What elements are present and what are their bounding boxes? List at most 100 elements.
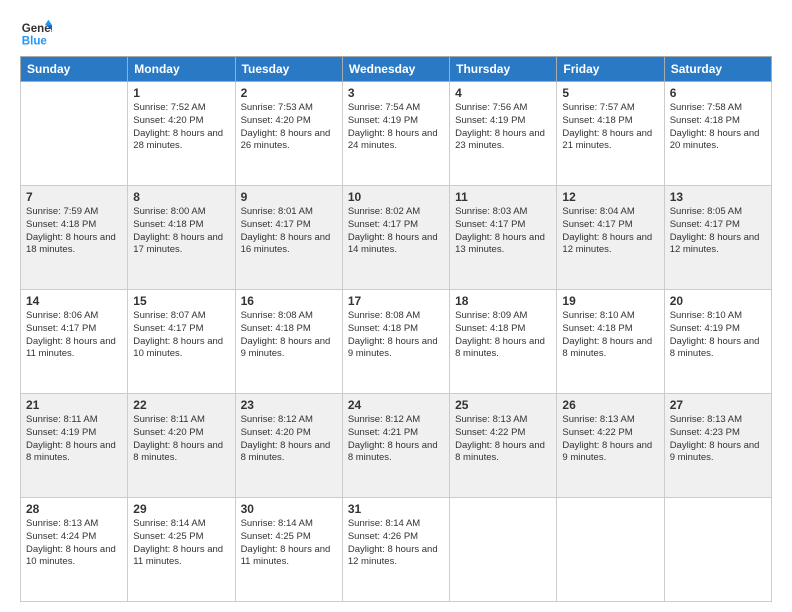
day-info: Sunrise: 8:14 AMSunset: 4:25 PMDaylight:…	[241, 518, 337, 569]
weekday-header-wednesday: Wednesday	[342, 57, 449, 82]
day-number: 1	[133, 86, 229, 100]
calendar-cell: 15 Sunrise: 8:07 AMSunset: 4:17 PMDayligh…	[128, 290, 235, 394]
logo-icon: General Blue	[20, 18, 52, 50]
day-number: 10	[348, 190, 444, 204]
calendar-week-row: 14 Sunrise: 8:06 AMSunset: 4:17 PMDayligh…	[21, 290, 772, 394]
calendar-cell	[557, 498, 664, 602]
calendar-cell: 3 Sunrise: 7:54 AMSunset: 4:19 PMDaylight…	[342, 82, 449, 186]
calendar-cell: 7Sunrise: 7:59 AMSunset: 4:18 PMDaylight…	[21, 186, 128, 290]
calendar-week-row: 7Sunrise: 7:59 AMSunset: 4:18 PMDaylight…	[21, 186, 772, 290]
day-info: Sunrise: 8:00 AMSunset: 4:18 PMDaylight:…	[133, 206, 229, 257]
logo: General Blue	[20, 18, 52, 50]
calendar-cell: 19 Sunrise: 8:10 AMSunset: 4:18 PMDayligh…	[557, 290, 664, 394]
calendar-cell: 12Sunrise: 8:04 AMSunset: 4:17 PMDayligh…	[557, 186, 664, 290]
calendar-cell: 11Sunrise: 8:03 AMSunset: 4:17 PMDayligh…	[450, 186, 557, 290]
day-info: Sunrise: 8:05 AMSunset: 4:17 PMDaylight:…	[670, 206, 766, 257]
calendar-cell: 30 Sunrise: 8:14 AMSunset: 4:25 PMDayligh…	[235, 498, 342, 602]
calendar-cell: 10 Sunrise: 8:02 AMSunset: 4:17 PMDayligh…	[342, 186, 449, 290]
day-info: Sunrise: 7:58 AMSunset: 4:18 PMDaylight:…	[670, 102, 766, 153]
calendar-cell: 24Sunrise: 8:12 AMSunset: 4:21 PMDayligh…	[342, 394, 449, 498]
day-info: Sunrise: 8:07 AMSunset: 4:17 PMDaylight:…	[133, 310, 229, 361]
weekday-header-saturday: Saturday	[664, 57, 771, 82]
calendar-cell: 27 Sunrise: 8:13 AMSunset: 4:23 PMDayligh…	[664, 394, 771, 498]
day-number: 30	[241, 502, 337, 516]
day-number: 11	[455, 190, 551, 204]
calendar-cell: 21Sunrise: 8:11 AMSunset: 4:19 PMDayligh…	[21, 394, 128, 498]
day-number: 9	[241, 190, 337, 204]
calendar-cell: 16 Sunrise: 8:08 AMSunset: 4:18 PMDayligh…	[235, 290, 342, 394]
day-info: Sunrise: 8:12 AMSunset: 4:20 PMDaylight:…	[241, 414, 337, 465]
weekday-header-monday: Monday	[128, 57, 235, 82]
weekday-header-sunday: Sunday	[21, 57, 128, 82]
calendar-cell: 26 Sunrise: 8:13 AMSunset: 4:22 PMDayligh…	[557, 394, 664, 498]
day-number: 2	[241, 86, 337, 100]
day-number: 26	[562, 398, 658, 412]
day-number: 23	[241, 398, 337, 412]
calendar-cell: 8 Sunrise: 8:00 AMSunset: 4:18 PMDaylight…	[128, 186, 235, 290]
day-info: Sunrise: 8:11 AMSunset: 4:20 PMDaylight:…	[133, 414, 229, 465]
day-info: Sunrise: 8:13 AMSunset: 4:22 PMDaylight:…	[455, 414, 551, 465]
day-info: Sunrise: 7:57 AMSunset: 4:18 PMDaylight:…	[562, 102, 658, 153]
calendar-cell: 22 Sunrise: 8:11 AMSunset: 4:20 PMDayligh…	[128, 394, 235, 498]
day-info: Sunrise: 8:08 AMSunset: 4:18 PMDaylight:…	[348, 310, 444, 361]
day-number: 24	[348, 398, 444, 412]
top-header: General Blue	[20, 18, 772, 50]
day-number: 22	[133, 398, 229, 412]
day-info: Sunrise: 7:52 AMSunset: 4:20 PMDaylight:…	[133, 102, 229, 153]
calendar-cell: 6Sunrise: 7:58 AMSunset: 4:18 PMDaylight…	[664, 82, 771, 186]
calendar-cell: 18 Sunrise: 8:09 AMSunset: 4:18 PMDayligh…	[450, 290, 557, 394]
calendar-cell: 1 Sunrise: 7:52 AMSunset: 4:20 PMDaylight…	[128, 82, 235, 186]
day-number: 3	[348, 86, 444, 100]
day-number: 8	[133, 190, 229, 204]
day-number: 15	[133, 294, 229, 308]
calendar-cell: 20Sunrise: 8:10 AMSunset: 4:19 PMDayligh…	[664, 290, 771, 394]
day-info: Sunrise: 8:14 AMSunset: 4:26 PMDaylight:…	[348, 518, 444, 569]
day-info: Sunrise: 8:13 AMSunset: 4:22 PMDaylight:…	[562, 414, 658, 465]
calendar-cell: 13 Sunrise: 8:05 AMSunset: 4:17 PMDayligh…	[664, 186, 771, 290]
day-number: 18	[455, 294, 551, 308]
calendar-cell: 25Sunrise: 8:13 AMSunset: 4:22 PMDayligh…	[450, 394, 557, 498]
day-number: 17	[348, 294, 444, 308]
calendar-week-row: 1 Sunrise: 7:52 AMSunset: 4:20 PMDaylight…	[21, 82, 772, 186]
day-number: 13	[670, 190, 766, 204]
day-number: 16	[241, 294, 337, 308]
day-info: Sunrise: 8:09 AMSunset: 4:18 PMDaylight:…	[455, 310, 551, 361]
day-info: Sunrise: 8:13 AMSunset: 4:23 PMDaylight:…	[670, 414, 766, 465]
calendar-week-row: 21Sunrise: 8:11 AMSunset: 4:19 PMDayligh…	[21, 394, 772, 498]
day-info: Sunrise: 8:06 AMSunset: 4:17 PMDaylight:…	[26, 310, 122, 361]
weekday-header-friday: Friday	[557, 57, 664, 82]
day-info: Sunrise: 7:53 AMSunset: 4:20 PMDaylight:…	[241, 102, 337, 153]
day-info: Sunrise: 8:02 AMSunset: 4:17 PMDaylight:…	[348, 206, 444, 257]
day-info: Sunrise: 8:10 AMSunset: 4:19 PMDaylight:…	[670, 310, 766, 361]
calendar-week-row: 28 Sunrise: 8:13 AMSunset: 4:24 PMDayligh…	[21, 498, 772, 602]
day-info: Sunrise: 7:56 AMSunset: 4:19 PMDaylight:…	[455, 102, 551, 153]
day-number: 19	[562, 294, 658, 308]
day-number: 5	[562, 86, 658, 100]
day-info: Sunrise: 7:54 AMSunset: 4:19 PMDaylight:…	[348, 102, 444, 153]
day-number: 21	[26, 398, 122, 412]
calendar-cell	[664, 498, 771, 602]
calendar-cell	[450, 498, 557, 602]
calendar-cell: 28 Sunrise: 8:13 AMSunset: 4:24 PMDayligh…	[21, 498, 128, 602]
day-number: 27	[670, 398, 766, 412]
weekday-header-row: SundayMondayTuesdayWednesdayThursdayFrid…	[21, 57, 772, 82]
day-number: 29	[133, 502, 229, 516]
weekday-header-tuesday: Tuesday	[235, 57, 342, 82]
calendar-cell: 4 Sunrise: 7:56 AMSunset: 4:19 PMDaylight…	[450, 82, 557, 186]
page: General Blue SundayMondayTuesdayWednesda…	[0, 0, 792, 612]
calendar-cell: 2 Sunrise: 7:53 AMSunset: 4:20 PMDaylight…	[235, 82, 342, 186]
day-number: 31	[348, 502, 444, 516]
day-number: 4	[455, 86, 551, 100]
day-info: Sunrise: 8:01 AMSunset: 4:17 PMDaylight:…	[241, 206, 337, 257]
calendar-cell: 17 Sunrise: 8:08 AMSunset: 4:18 PMDayligh…	[342, 290, 449, 394]
day-info: Sunrise: 8:10 AMSunset: 4:18 PMDaylight:…	[562, 310, 658, 361]
calendar-cell: 23 Sunrise: 8:12 AMSunset: 4:20 PMDayligh…	[235, 394, 342, 498]
day-info: Sunrise: 8:13 AMSunset: 4:24 PMDaylight:…	[26, 518, 122, 569]
day-info: Sunrise: 8:08 AMSunset: 4:18 PMDaylight:…	[241, 310, 337, 361]
day-number: 14	[26, 294, 122, 308]
calendar-cell: 29Sunrise: 8:14 AMSunset: 4:25 PMDayligh…	[128, 498, 235, 602]
calendar-cell: 5 Sunrise: 7:57 AMSunset: 4:18 PMDaylight…	[557, 82, 664, 186]
svg-text:Blue: Blue	[22, 36, 48, 48]
calendar-cell: 31 Sunrise: 8:14 AMSunset: 4:26 PMDayligh…	[342, 498, 449, 602]
day-number: 28	[26, 502, 122, 516]
